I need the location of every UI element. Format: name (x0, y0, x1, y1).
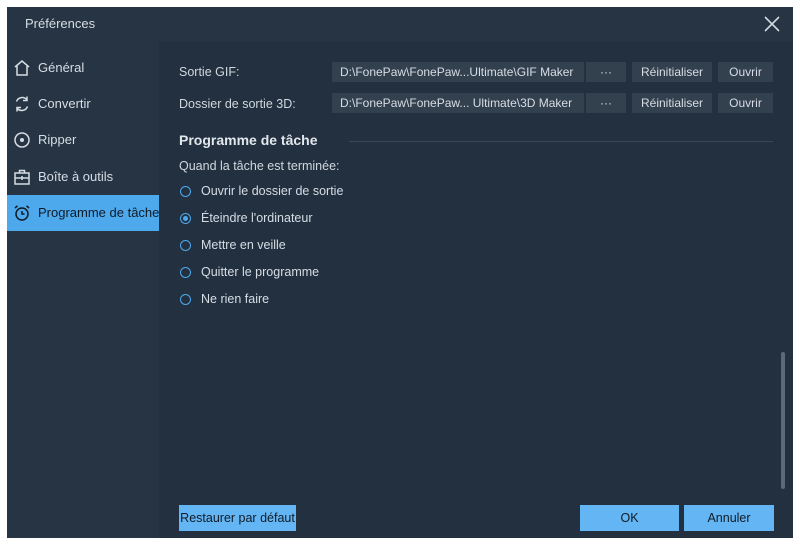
scrollbar[interactable] (781, 352, 785, 489)
home-icon (14, 60, 30, 76)
settings-panel: Sortie GIF: D:\FonePaw\FonePaw...Ultimat… (159, 42, 793, 538)
gif-browse-button[interactable]: ··· (586, 62, 626, 82)
radio-label: Mettre en veille (201, 238, 286, 252)
cancel-button[interactable]: Annuler (684, 505, 774, 531)
sidebar-item-label: Boîte à outils (38, 169, 114, 184)
gif-reset-button[interactable]: Réinitialiser (632, 62, 712, 82)
radio-button[interactable] (180, 240, 191, 251)
radio-label: Ne rien faire (201, 292, 270, 306)
ok-button[interactable]: OK (580, 505, 679, 531)
radio-button[interactable] (180, 294, 191, 305)
section-divider (349, 141, 773, 142)
gif-open-button[interactable]: Ouvrir (718, 62, 773, 82)
3d-output-path-field[interactable]: D:\FonePaw\FonePaw... Ultimate\3D Maker (332, 93, 584, 113)
sidebar-item-general[interactable]: Général (7, 50, 159, 86)
radio-button-checked[interactable] (180, 213, 191, 224)
3d-output-label: Dossier de sortie 3D: (179, 97, 296, 111)
sidebar-item-ripper[interactable]: Ripper (7, 122, 159, 158)
3d-reset-button[interactable]: Réinitialiser (632, 93, 712, 113)
sidebar: Général Convertir Ripper Boîte à outils (7, 42, 159, 538)
convert-icon (15, 96, 29, 112)
sidebar-item-toolbox[interactable]: Boîte à outils (7, 159, 159, 195)
section-title: Programme de tâche (179, 132, 318, 148)
restore-defaults-button[interactable]: Restaurer par défaut (179, 505, 296, 531)
window-title: Préférences (25, 16, 96, 31)
sidebar-item-convert[interactable]: Convertir (7, 86, 159, 122)
sidebar-item-label: Ripper (38, 132, 77, 147)
radio-button[interactable] (180, 267, 191, 278)
sidebar-item-label: Convertir (38, 96, 91, 111)
radio-label: Éteindre l'ordinateur (201, 211, 313, 225)
sidebar-item-label: Général (38, 60, 85, 75)
disc-icon (14, 132, 30, 148)
close-icon[interactable] (761, 13, 783, 35)
completion-question: Quand la tâche est terminée: (179, 159, 340, 173)
radio-label: Quitter le programme (201, 265, 320, 279)
3d-browse-button[interactable]: ··· (586, 93, 626, 113)
radio-button[interactable] (180, 186, 191, 197)
gif-output-label: Sortie GIF: (179, 65, 240, 79)
alarm-clock-icon (14, 205, 30, 221)
3d-open-button[interactable]: Ouvrir (718, 93, 773, 113)
preferences-window: Préférences Général Convertir Ripper Boî… (7, 7, 793, 538)
sidebar-item-task-schedule[interactable]: Programme de tâche (7, 195, 159, 231)
title-bar: Préférences (7, 7, 793, 42)
gif-output-path-field[interactable]: D:\FonePaw\FonePaw...Ultimate\GIF Maker (332, 62, 584, 82)
toolbox-icon (14, 169, 30, 185)
radio-label: Ouvrir le dossier de sortie (201, 184, 344, 198)
sidebar-item-label: Programme de tâche (38, 205, 160, 220)
